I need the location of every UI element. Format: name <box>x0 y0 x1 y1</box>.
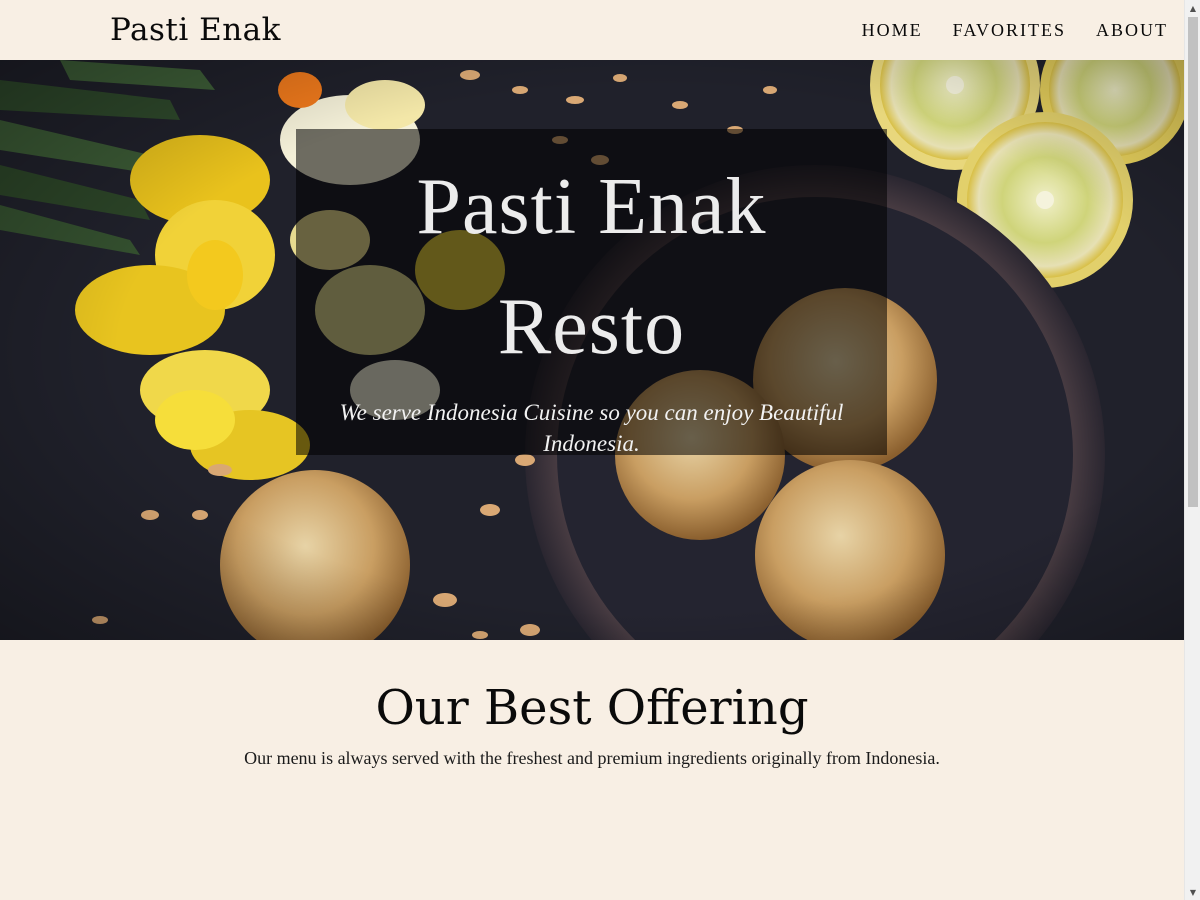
main-nav: HOME FAVORITES ABOUT <box>862 18 1168 42</box>
scrollbar-thumb[interactable] <box>1188 17 1198 507</box>
nav-home-link[interactable]: HOME <box>862 18 923 42</box>
section-description: Our menu is always served with the fresh… <box>244 748 940 768</box>
nav-favorites-link[interactable]: FAVORITES <box>953 18 1066 42</box>
top-navbar: Pasti Enak HOME FAVORITES ABOUT <box>0 0 1184 60</box>
brand-logo-link[interactable]: Pasti Enak <box>110 10 281 50</box>
triangle-up-icon[interactable]: ▲ <box>1185 0 1200 16</box>
section-heading: Our Best Offering <box>375 680 809 736</box>
hero-title: Pasti Enak Resto <box>296 129 887 387</box>
nav-about-link[interactable]: ABOUT <box>1096 18 1168 42</box>
triangle-down-icon[interactable]: ▼ <box>1185 884 1200 900</box>
best-offering-section: Our Best Offering Our menu is always ser… <box>0 640 1184 900</box>
hero-overlay: Pasti Enak Resto We serve Indonesia Cuisi… <box>296 129 887 456</box>
hero-tagline: We serve Indonesia Cuisine so you can en… <box>339 400 844 456</box>
vertical-scrollbar[interactable]: ▲ ▼ <box>1184 0 1200 900</box>
hero-title-line-1: Pasti Enak <box>416 163 767 251</box>
page: Pasti Enak HOME FAVORITES ABOUT Pasti En… <box>0 0 1184 900</box>
hero-section: Pasti Enak Resto We serve Indonesia Cuisi… <box>0 60 1184 640</box>
hero-title-line-2: Resto <box>497 283 686 371</box>
